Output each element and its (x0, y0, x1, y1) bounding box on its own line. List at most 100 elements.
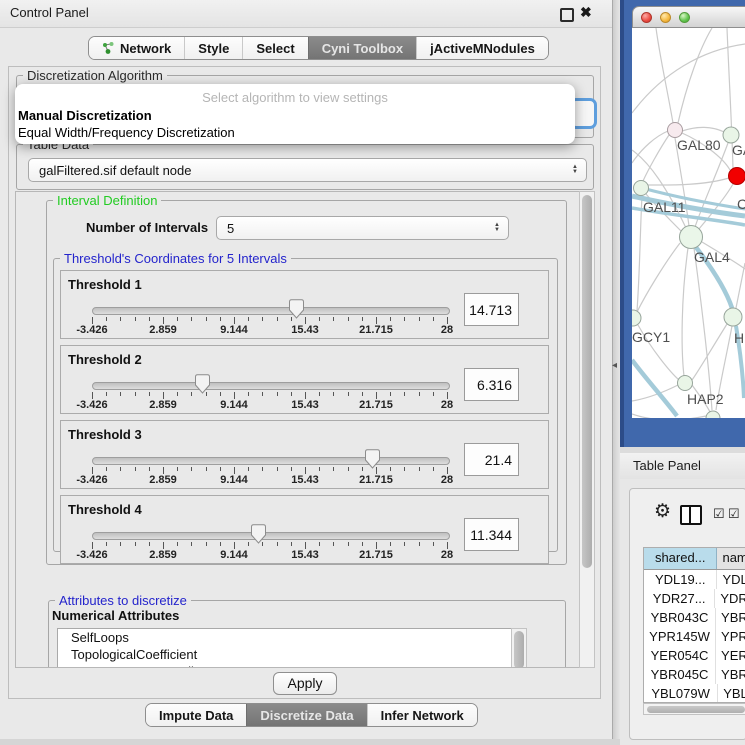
number-of-intervals-combobox[interactable]: 5 ▲▼ (216, 216, 509, 240)
network-node[interactable] (668, 123, 683, 138)
network-edge[interactable] (736, 263, 745, 308)
splitter-collapse-icon[interactable]: ◂ (612, 360, 617, 371)
cell-shared-name[interactable]: YBR043C (644, 608, 716, 627)
network-edge-highlighted[interactable] (632, 360, 677, 416)
table-row[interactable]: YPR145WYPR1 (644, 627, 745, 646)
tab-infer-network[interactable]: Infer Network (367, 704, 477, 726)
network-edge[interactable] (637, 196, 642, 311)
slider-thumb[interactable] (364, 449, 381, 469)
attribute-list-item[interactable]: BetweennessCentrality (58, 663, 512, 668)
float-window-icon[interactable] (560, 8, 574, 22)
cell-shared-name[interactable]: YBL079W (644, 684, 718, 703)
attributes-list-scrollbar-thumb[interactable] (514, 631, 524, 668)
network-node[interactable] (706, 411, 720, 418)
table-horizontal-scrollbar-thumb[interactable] (647, 706, 745, 713)
zoom-traffic-light[interactable] (679, 12, 690, 23)
cell-shared-name[interactable]: YDR27... (644, 589, 715, 608)
network-edge[interactable] (643, 135, 669, 181)
network-node[interactable] (632, 310, 641, 326)
attributes-list-scrollbar[interactable] (511, 628, 527, 668)
cell-name[interactable]: YBR0 (716, 608, 745, 627)
table-data-group: Table Data galFiltered.sif default node … (16, 144, 594, 190)
threshold-value-field[interactable]: 14.713 (464, 293, 519, 326)
network-edge[interactable] (692, 324, 727, 380)
network-node[interactable] (634, 181, 649, 196)
threshold-value-field[interactable]: 6.316 (464, 368, 519, 401)
threshold-slider-track[interactable] (92, 382, 450, 390)
slider-thumb[interactable] (194, 374, 211, 394)
network-edge[interactable] (694, 248, 712, 410)
network-node[interactable] (723, 127, 739, 143)
network-window-titlebar[interactable] (632, 6, 745, 28)
network-graph: GAL80GACGAL11GAL4GCY1HHAP2 (632, 28, 745, 418)
tick-mark (333, 317, 334, 321)
network-node[interactable] (678, 376, 693, 391)
table-row[interactable]: YER054CYER0 (644, 646, 745, 665)
table-header-row: shared... name (644, 548, 745, 570)
threshold-label: Threshold 1 (68, 277, 142, 292)
tab-impute-data[interactable]: Impute Data (146, 704, 246, 726)
tab-cyni-toolbox[interactable]: Cyni Toolbox (308, 37, 416, 59)
settings-scrollbar-thumb[interactable] (582, 195, 592, 568)
threshold-slider-track[interactable] (92, 457, 450, 465)
cell-name[interactable]: YER0 (716, 646, 745, 665)
tab-network[interactable]: Network (89, 37, 184, 59)
close-icon[interactable]: ✖ (580, 4, 592, 21)
cell-shared-name[interactable]: YBR045C (644, 665, 716, 684)
slider-thumb[interactable] (288, 299, 305, 319)
network-edge[interactable] (678, 28, 712, 123)
tab-jactivemnodules[interactable]: jActiveMNodules (416, 37, 548, 59)
threshold-value-field[interactable]: 11.344 (464, 518, 519, 551)
network-node[interactable] (680, 226, 703, 249)
minimize-traffic-light[interactable] (660, 12, 671, 23)
numerical-attributes-list[interactable]: SelfLoopsTopologicalCoefficientBetweenne… (57, 628, 513, 668)
cell-name[interactable]: YDL1 (717, 570, 745, 589)
column-header-shared-name[interactable]: shared... (644, 548, 717, 569)
attribute-list-item[interactable]: TopologicalCoefficient (58, 646, 512, 663)
panel-splitter[interactable] (613, 0, 620, 745)
cell-shared-name[interactable]: YER054C (644, 646, 716, 665)
tab-select[interactable]: Select (242, 37, 307, 59)
cell-name[interactable]: YPR1 (716, 627, 745, 646)
table-horizontal-scrollbar[interactable] (643, 703, 745, 715)
tick-mark (135, 317, 136, 321)
checkbox-icon[interactable]: ☑ (728, 506, 740, 522)
network-canvas[interactable]: GAL80GACGAL11GAL4GCY1HHAP2 (632, 28, 745, 418)
network-node[interactable] (724, 308, 742, 326)
attribute-list-item[interactable]: SelfLoops (58, 629, 512, 646)
network-edge[interactable] (632, 131, 668, 163)
algorithm-option[interactable]: Manual Discretization (18, 108, 152, 123)
threshold-slider-track[interactable] (92, 307, 450, 315)
checkbox-icon[interactable]: ☑ (713, 506, 725, 522)
table-row[interactable]: YDR27...YDR2 (644, 589, 745, 608)
slider-thumb[interactable] (250, 524, 267, 544)
network-edge[interactable] (682, 127, 724, 132)
table-data-combobox[interactable]: galFiltered.sif default node ▲▼ (28, 158, 587, 182)
algorithm-option[interactable]: Equal Width/Frequency Discretization (18, 125, 235, 140)
cell-name[interactable]: YBR0 (716, 665, 745, 684)
apply-button[interactable]: Apply (273, 672, 337, 695)
network-edge[interactable] (637, 243, 680, 312)
gear-icon[interactable]: ⚙ (654, 502, 671, 521)
table-row[interactable]: YBL079WYBL0 (644, 684, 745, 703)
cell-shared-name[interactable]: YDL19... (644, 570, 717, 589)
cell-name[interactable]: YDR2 (715, 589, 745, 608)
close-traffic-light[interactable] (641, 12, 652, 23)
threshold-slider-track[interactable] (92, 532, 450, 540)
cell-shared-name[interactable]: YPR145W (644, 627, 716, 646)
column-browser-icon[interactable] (680, 505, 702, 525)
table-row[interactable]: YBR043CYBR0 (644, 608, 745, 627)
network-node[interactable] (729, 168, 745, 185)
cell-name[interactable]: YBL0 (718, 684, 745, 703)
table-row[interactable]: YDL19...YDL1 (644, 570, 745, 589)
settings-scrollbar[interactable] (579, 191, 595, 668)
network-edge[interactable] (656, 28, 673, 123)
tick-mark (191, 392, 192, 396)
network-edge[interactable] (632, 414, 706, 418)
tab-discretize-data[interactable]: Discretize Data (246, 704, 366, 726)
column-header-name[interactable]: name (717, 548, 745, 569)
table-row[interactable]: YBR045CYBR0 (644, 665, 745, 684)
threshold-value-field[interactable]: 21.4 (464, 443, 519, 476)
network-edge[interactable] (682, 248, 688, 376)
tab-style[interactable]: Style (184, 37, 242, 59)
